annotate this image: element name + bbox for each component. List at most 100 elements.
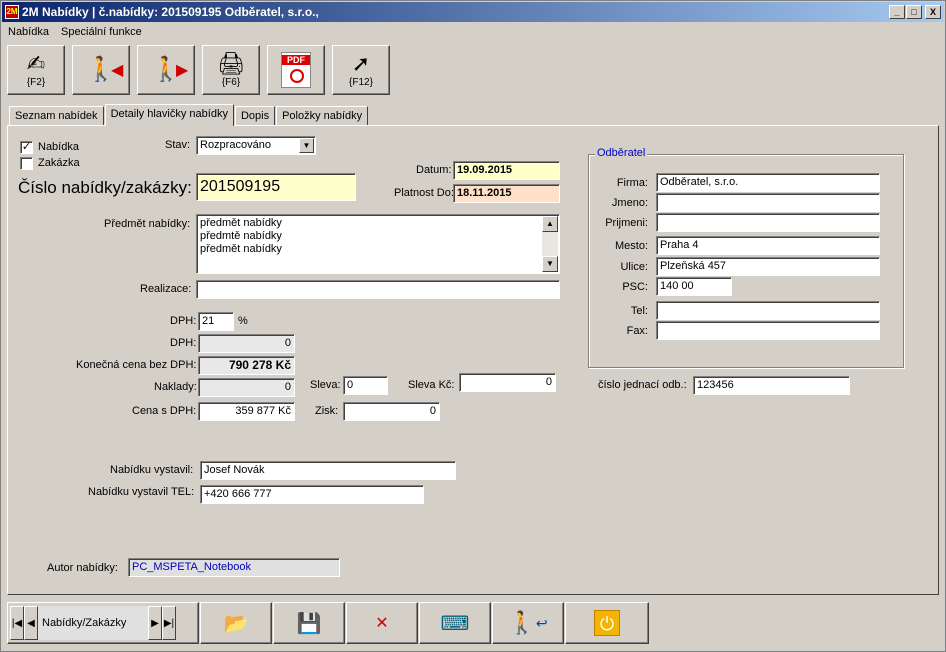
predmet-label: Předmět nabídky: [104, 218, 191, 230]
bottom-bar: |◀ ◀ Nabídky/Zakázky ▶ ▶| 📂 💾 ✕ ⌨ 🚶 ↩ ⏻ [7, 602, 649, 644]
open-button[interactable]: 📂 [200, 602, 272, 644]
keyboard-button[interactable]: ⌨ [419, 602, 491, 644]
realizace-label: Realizace: [140, 283, 192, 295]
cislo-jednaci-field[interactable]: 123456 [693, 376, 850, 395]
tel-field[interactable] [656, 301, 880, 320]
return-arrow-icon: ↩ [535, 614, 548, 631]
tab-dopis[interactable]: Dopis [234, 106, 276, 126]
cislo-jednaci-label: číslo jednací odb.: [598, 379, 687, 391]
psc-label: PSC: [622, 281, 648, 293]
cislo-nabidky-label: Číslo nabídky/zakázky: [18, 178, 192, 197]
close-button[interactable]: X [925, 5, 941, 19]
naklady-label: Naklady: [154, 381, 197, 393]
realizace-field[interactable] [196, 280, 560, 299]
vystavil-tel-field[interactable]: +420 666 777 [200, 485, 424, 504]
firma-field[interactable]: Odběratel, s.r.o. [656, 173, 880, 192]
pdf-icon: PDF [281, 52, 311, 88]
power-button[interactable]: ⏻ [565, 602, 649, 644]
toolbar-next-record-button[interactable]: 🚶 ▶ [137, 45, 195, 95]
ulice-label: Ulice: [620, 261, 648, 273]
psc-field[interactable]: 140 00 [656, 277, 732, 296]
ulice-field[interactable]: Plzeňská 457 [656, 257, 880, 276]
sleva-kc-field[interactable]: 0 [459, 373, 556, 392]
minimize-button[interactable]: _ [889, 5, 905, 19]
detail-panel: ✓ Nabídka Zakázka Stav: Rozpracováno ▼ D… [7, 125, 939, 595]
maximize-button[interactable]: □ [906, 5, 922, 19]
menu-bar: Nabídka Speciální funkce [2, 23, 148, 41]
nav-prev-button[interactable]: ◀ [24, 606, 38, 640]
dph-pct-field[interactable]: 21 [198, 312, 234, 331]
autor-field: PC_MSPETA_Notebook [128, 558, 340, 577]
scroll-up-icon[interactable]: ▲ [542, 216, 558, 232]
tab-detaily-hlavicky[interactable]: Detaily hlavičky nabídky [104, 104, 234, 126]
predmet-scrollbar[interactable]: ▲ ▼ [542, 216, 558, 272]
record-navigator: |◀ ◀ Nabídky/Zakázky ▶ ▶| [7, 602, 199, 644]
zisk-label: Zisk: [315, 405, 339, 417]
zakazka-checkbox[interactable] [20, 157, 33, 170]
sleva-field[interactable]: 0 [343, 376, 388, 395]
stav-select[interactable]: Rozpracováno ▼ [196, 136, 316, 155]
tab-polozky-nabidky[interactable]: Položky nabídky [276, 106, 369, 126]
arrow-right-icon: ▶ [176, 62, 189, 79]
fax-field[interactable] [656, 321, 880, 340]
stav-label: Stav: [165, 139, 191, 151]
title-bar[interactable]: 2M 2M Nabídky | č.nabídky: 201509195 Odb… [2, 2, 944, 22]
platnost-field[interactable]: 18.11.2015 [453, 184, 560, 203]
toolbar-pdf-button[interactable]: PDF [267, 45, 325, 95]
dph-pct-label: DPH: [170, 315, 197, 327]
toolbar-export-button[interactable]: ➚ {F12} [332, 45, 390, 95]
tel-label: Tel: [630, 305, 648, 317]
vystavil-field[interactable]: Josef Novák [200, 461, 456, 480]
odberatel-title: Odběratel [595, 147, 648, 159]
printer-icon: 🖨 [217, 51, 245, 76]
toolbar-prev-record-button[interactable]: 🚶 ◀ [72, 45, 130, 95]
datum-field[interactable]: 19.09.2015 [453, 161, 560, 180]
app-window: 2M 2M Nabídky | č.nabídky: 201509195 Odb… [0, 0, 946, 652]
menu-nabidka[interactable]: Nabídka [2, 26, 55, 38]
exit-record-button[interactable]: 🚶 ↩ [492, 602, 564, 644]
toolbar-sign-button[interactable]: ✍ {F2} [7, 45, 65, 95]
zisk-field: 0 [343, 402, 440, 421]
jmeno-field[interactable] [656, 193, 880, 212]
mesto-field[interactable]: Praha 4 [656, 236, 880, 255]
nav-next-button[interactable]: ▶ [148, 606, 162, 640]
datum-label: Datum: [416, 164, 452, 176]
mesto-label: Mesto: [614, 240, 648, 252]
predmet-textarea[interactable]: předmět nabídky předmtě nabídky předmět … [196, 214, 560, 274]
nav-last-button[interactable]: ▶| [162, 606, 176, 640]
app-logo-icon: 2M [5, 5, 19, 19]
fax-label: Fax: [626, 325, 648, 337]
cislo-nabidky-field[interactable]: 201509195 [196, 173, 356, 201]
toolbar: ✍ {F2} 🚶 ◀ 🚶 ▶ 🖨 {F6} PDF ➚ {F12} [7, 45, 390, 95]
keyboard-icon: ⌨ [440, 612, 470, 635]
vystavil-label: Nabídku vystavil: [110, 464, 194, 476]
prijmeni-label: Prijmeni: [605, 217, 648, 229]
predmet-line: předmět nabídky [200, 217, 282, 229]
menu-specialni-funkce[interactable]: Speciální funkce [55, 26, 148, 38]
open-folder-icon: 📂 [223, 612, 249, 635]
predmet-line: předmět nabídky [200, 243, 282, 255]
nabidka-checkbox[interactable]: ✓ [20, 141, 33, 154]
power-icon: ⏻ [594, 610, 620, 636]
jmeno-label: Jmeno: [611, 197, 648, 209]
prijmeni-field[interactable] [656, 213, 880, 232]
firma-label: Firma: [616, 177, 648, 189]
konecna-cena-label: Konečná cena bez DPH: [76, 359, 197, 371]
cancel-button[interactable]: ✕ [346, 602, 418, 644]
toolbar-print-button[interactable]: 🖨 {F6} [202, 45, 260, 95]
tab-seznam-nabidek[interactable]: Seznam nabídek [9, 106, 104, 126]
save-disk-icon: 💾 [296, 612, 322, 635]
nav-first-button[interactable]: |◀ [10, 606, 24, 640]
save-button[interactable]: 💾 [273, 602, 345, 644]
dph-label: DPH: [170, 337, 197, 349]
scroll-down-icon[interactable]: ▼ [542, 256, 558, 272]
dph-field: 0 [198, 334, 295, 353]
cancel-x-icon: ✕ [375, 615, 389, 632]
nabidka-checkbox-label: Nabídka [38, 141, 79, 153]
sleva-kc-label: Sleva Kč: [408, 379, 455, 391]
dph-pct-unit: % [238, 315, 248, 327]
vystavil-tel-label: Nabídku vystavil TEL: [88, 486, 195, 498]
toolbar-key-f2: {F2} [26, 77, 46, 88]
export-icon: ➚ [351, 51, 371, 76]
tab-strip: Seznam nabídek Detaily hlavičky nabídky … [9, 104, 369, 126]
